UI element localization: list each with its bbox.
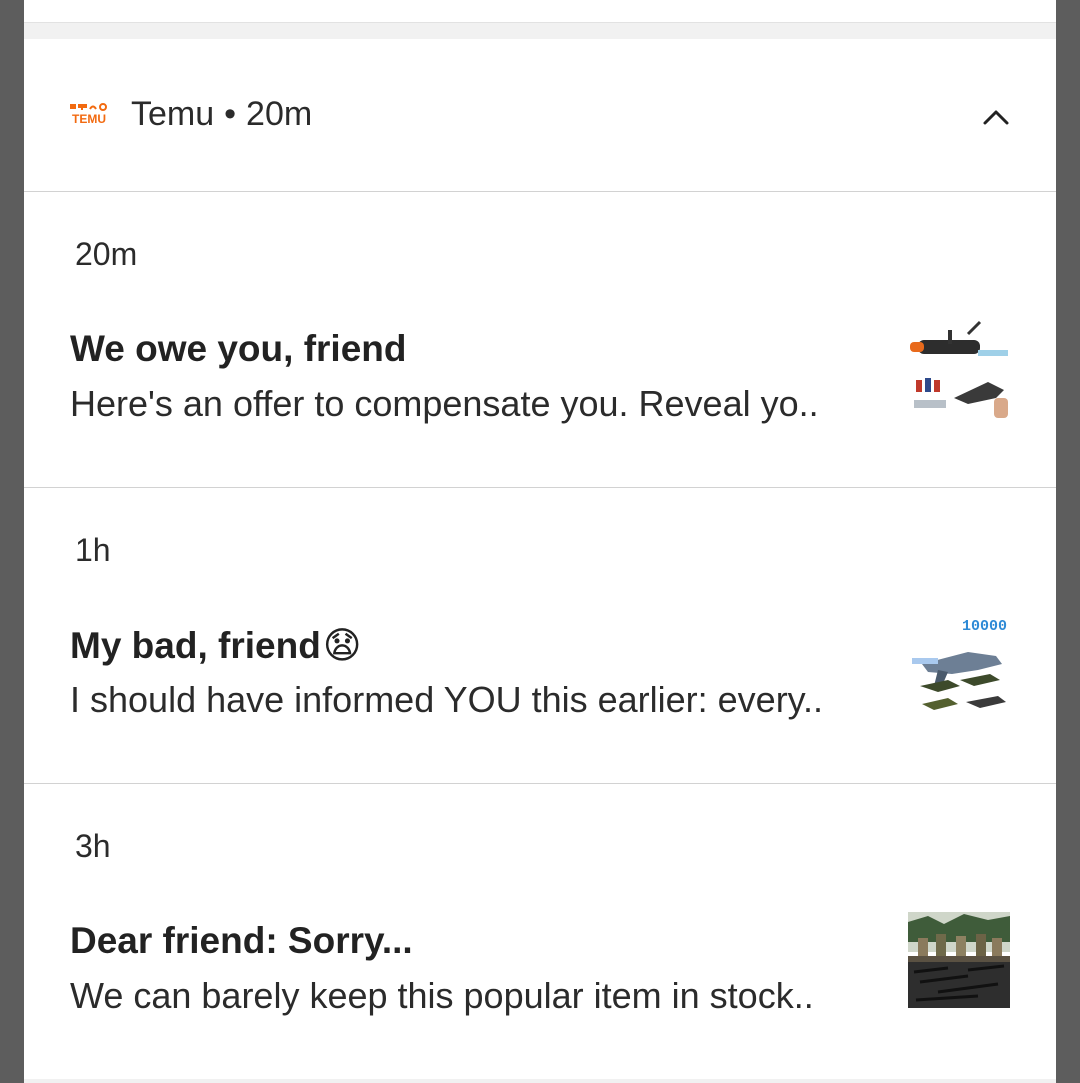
notification-item[interactable]: 20m We owe you, friend Here's an offer t… [24,192,1056,488]
notification-title-text: We owe you, friend [70,328,407,369]
logo-text: TEMU [72,112,106,126]
group-header-text: Temu • 20m [131,95,312,134]
group-time: 20m [246,95,313,133]
previous-notification-card[interactable] [24,0,1056,23]
group-header[interactable]: TEMU Temu • 20m [24,39,1056,192]
notification-time: 1h [75,532,111,568]
notification-time: 3h [75,828,111,864]
notification-title: Dear friend: Sorry... [70,920,413,962]
notification-body: I should have informed YOU this earlier:… [70,679,824,720]
thumb-label: 10000 [962,618,1007,635]
notification-item[interactable]: 3h Dear friend: Sorry... We can barely k… [24,784,1056,1079]
notification-body: We can barely keep this popular item in … [70,975,814,1016]
notification-time: 20m [75,236,138,272]
notification-item[interactable]: 1h My bad, friend 😧 I should have informe… [24,488,1056,784]
temu-logo-icon: TEMU [70,103,107,126]
header-separator: • [224,95,237,133]
military-figures-thumbnail [908,912,1010,1014]
collapse-button[interactable] [976,97,1016,137]
notification-title: My bad, friend 😧 [70,624,361,667]
toy-gun-set-thumbnail: 10000 [908,616,1010,718]
notification-title-text: Dear friend: Sorry... [70,920,413,961]
worried-face-emoji: 😧 [322,625,362,666]
notification-shade: TEMU Temu • 20m 20m We owe you, friend Her… [24,0,1056,1083]
toy-launcher-thumbnail [908,320,1010,422]
app-name: Temu [131,95,215,133]
notification-group-temu: TEMU Temu • 20m 20m We owe you, friend Her… [24,39,1056,1079]
notification-title-text: My bad, friend [70,624,321,666]
chevron-up-icon [983,110,1009,125]
notification-title: We owe you, friend [70,328,406,370]
notification-body: Here's an offer to compensate you. Revea… [70,383,819,424]
